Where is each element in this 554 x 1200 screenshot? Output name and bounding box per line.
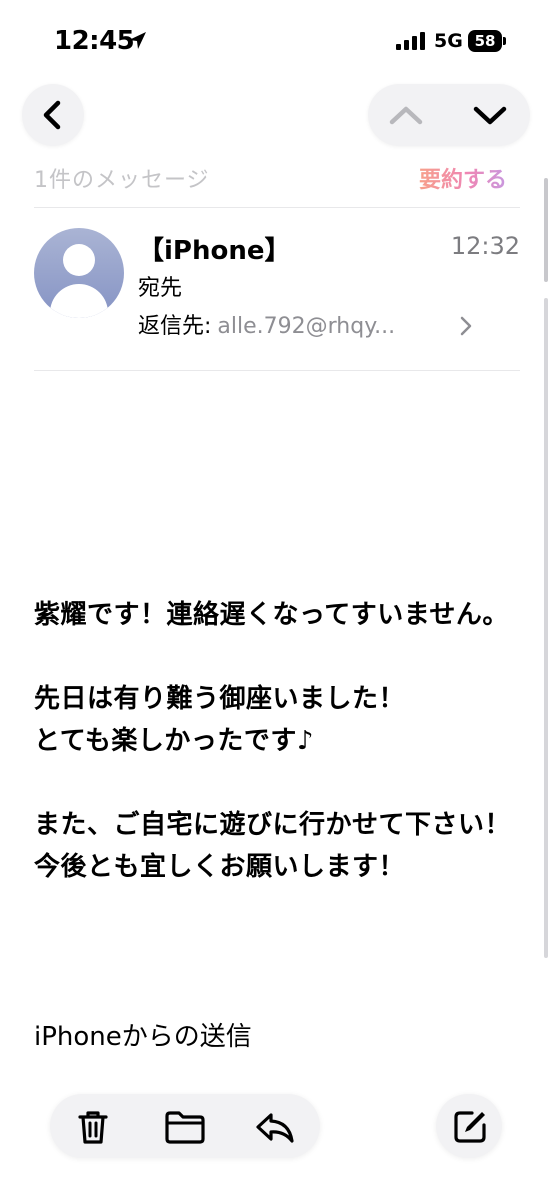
divider xyxy=(34,207,520,208)
sender-name[interactable]: 【iPhone】 xyxy=(138,230,290,267)
location-arrow-icon xyxy=(129,32,146,49)
next-message-button[interactable] xyxy=(464,94,516,136)
battery-icon: 58 xyxy=(468,30,506,52)
reply-to-label: 返信先: xyxy=(138,314,212,339)
mail-signature: iPhoneからの送信 xyxy=(34,1022,252,1052)
body-line: また、ご自宅に遊びに行かせて下さい！ xyxy=(34,810,512,840)
message-count: 1件のメッセージ xyxy=(34,168,210,193)
scroll-track xyxy=(544,298,548,958)
move-to-folder-button[interactable] xyxy=(160,1104,206,1148)
trash-icon xyxy=(78,1111,108,1144)
body-line: とても楽しかったです♪ xyxy=(34,726,315,756)
folder-icon xyxy=(165,1111,205,1144)
body-line: 先日は有り難う御座いました！ xyxy=(34,684,406,714)
avatar-head xyxy=(63,244,95,276)
trash-button[interactable] xyxy=(70,1104,116,1148)
chevron-down-icon xyxy=(473,106,507,125)
status-bar: 12:45 5G 58 xyxy=(0,0,554,80)
body-line: 今後とも宜しくお願いします！ xyxy=(34,852,406,882)
summarize-icon xyxy=(387,166,412,190)
compose-button[interactable] xyxy=(436,1094,502,1158)
battery-tip xyxy=(503,37,506,45)
back-button[interactable] xyxy=(22,84,84,146)
previous-message-button[interactable] xyxy=(380,94,432,136)
scrollbar[interactable] xyxy=(544,178,548,282)
chevron-right-icon[interactable] xyxy=(458,316,474,336)
status-time: 12:45 xyxy=(54,26,135,56)
message-nav-group xyxy=(368,84,530,146)
mail-body: 紫耀です！連絡遅くなってすいません。 先日は有り難う御座いました！ とても楽しか… xyxy=(34,594,530,888)
body-line: 紫耀です！連絡遅くなってすいません。 xyxy=(34,600,509,630)
reply-to-address: alle.792@rhqy... xyxy=(217,314,396,339)
compose-icon xyxy=(454,1111,486,1143)
battery-level: 58 xyxy=(468,30,502,52)
avatar[interactable] xyxy=(34,228,124,318)
cellular-signal-icon xyxy=(396,32,425,50)
bottom-toolbar xyxy=(50,1094,320,1158)
reply-to-row[interactable]: 返信先: alle.792@rhqy... xyxy=(138,308,478,340)
summarize-label: 要約する xyxy=(419,162,507,194)
recipient-label[interactable]: 宛先 xyxy=(138,270,182,302)
reply-button[interactable] xyxy=(250,1104,296,1148)
chevron-up-icon xyxy=(389,106,423,125)
divider xyxy=(34,370,520,371)
avatar-body xyxy=(50,284,108,318)
mail-time: 12:32 xyxy=(450,232,520,260)
network-type: 5G xyxy=(434,30,463,52)
reply-icon xyxy=(256,1113,294,1143)
chevron-left-icon xyxy=(43,100,61,130)
